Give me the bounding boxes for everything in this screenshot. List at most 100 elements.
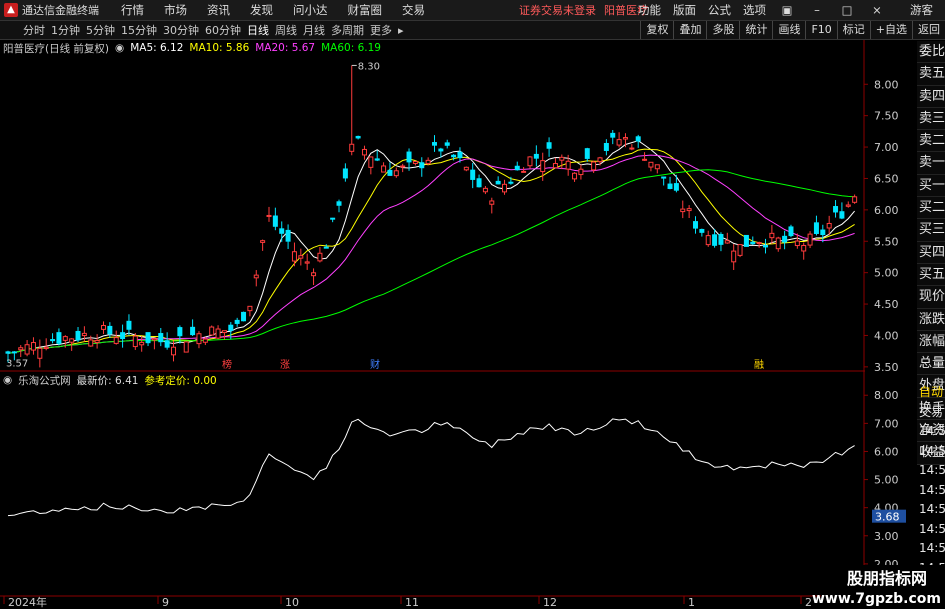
candle-body-5	[37, 347, 43, 359]
candle-body-75	[482, 187, 488, 193]
sidebar-10: 买五	[917, 263, 945, 287]
trade-row-6: 14:56	[919, 502, 945, 516]
candle-body-123	[788, 226, 794, 237]
candle-body-57	[368, 156, 374, 168]
candle-body-87	[559, 156, 565, 161]
main-legend: 阳普医疗(日线 前复权) ◉ MA5: 6.12 MA10: 5.86 MA20…	[3, 41, 381, 55]
candle-body-56	[361, 148, 367, 156]
candle-body-125	[801, 244, 807, 252]
candle-body-16	[107, 325, 113, 335]
ma20-line	[7, 154, 855, 354]
candle-body-86	[552, 163, 558, 169]
candle-body-104	[667, 183, 673, 189]
sidebar-14: 总量	[917, 353, 945, 376]
sidebar-13: 涨幅	[917, 330, 945, 354]
candle-body-118	[756, 242, 762, 245]
candle-body-113	[724, 240, 730, 244]
trade-row-0: 自动	[919, 385, 944, 399]
candle-body-63	[406, 151, 412, 163]
sidebar-2: 卖四	[917, 85, 945, 108]
candle-body-74	[476, 178, 482, 188]
candle-body-108	[692, 221, 698, 229]
candle-body-105	[673, 183, 679, 191]
trade-sidebar: 自动交易14:5614:5614:5614:5614:5614:5614:561…	[917, 383, 945, 578]
candle-body-73	[470, 169, 476, 180]
ylabel-main-6: 5.00	[874, 267, 899, 280]
sidebar-8: 买三	[917, 219, 945, 242]
candle-body-60	[387, 169, 393, 176]
candle-body-13	[88, 339, 94, 347]
candle-body-9	[62, 336, 68, 341]
candle-body-23	[151, 338, 157, 341]
candle-body-2	[18, 347, 24, 351]
candle-body-102	[654, 164, 660, 170]
sidebar-6: 买一	[917, 174, 945, 198]
candle-body-79	[508, 181, 514, 184]
candle-body-81	[521, 170, 527, 173]
candle-body-33	[215, 328, 221, 339]
candle-body-55	[355, 135, 361, 139]
candle-body-70	[451, 154, 457, 158]
candle-body-42	[272, 215, 278, 227]
candle-body-103	[661, 176, 667, 179]
candle-body-14	[94, 340, 100, 343]
sidebar-11: 现价	[917, 286, 945, 309]
candle-body-100	[642, 158, 648, 161]
sub-title: 乐淘公式网	[18, 374, 71, 387]
candle-body-45	[291, 251, 297, 262]
candle-body-37	[241, 311, 247, 322]
candle-body-107	[686, 208, 692, 212]
trade-row-4: 14:56	[919, 463, 945, 477]
sidebar-9: 买四	[917, 241, 945, 264]
candle-body-92	[591, 161, 597, 171]
sidebar-4: 卖二	[917, 130, 945, 153]
chart-title: 阳普医疗(日线 前复权)	[3, 42, 110, 55]
candle-body-68	[438, 148, 444, 152]
candle-body-119	[763, 245, 769, 248]
candle-body-20	[132, 335, 138, 348]
candle-body-80	[514, 165, 520, 171]
candle-body-65	[419, 162, 425, 169]
candle-body-50	[323, 246, 329, 249]
candle-body-116	[743, 234, 749, 247]
candle-body-12	[81, 332, 87, 337]
candle-body-15	[100, 325, 106, 330]
candle-body-40	[260, 240, 266, 243]
ylabel-main-8: 4.00	[874, 329, 899, 342]
candle-body-29	[190, 326, 196, 336]
xlabel-4: 12	[543, 596, 557, 609]
ylabel-sub-1: 7.00	[874, 417, 899, 430]
trade-row-3: 14:56	[919, 443, 945, 458]
candle-body-101	[648, 161, 654, 168]
kline-chart[interactable]: 8.00 7.50 7.00 6.50 6.00 5.50 5.00 4.50 4.00 3.50…	[0, 0, 945, 609]
xlabel-0: 2024年	[8, 595, 47, 609]
candle-body-54	[349, 143, 355, 152]
candle-body-130	[833, 206, 839, 213]
candle-body-30	[196, 333, 202, 345]
candle-body-112	[718, 233, 724, 245]
candle-body-47	[304, 261, 310, 264]
candle-body-95	[610, 132, 616, 138]
candle-body-76	[489, 200, 495, 205]
candle-body-0	[5, 351, 11, 354]
candle-body-44	[285, 229, 291, 242]
candle-body-110	[705, 235, 711, 246]
candle-body-84	[540, 160, 546, 173]
settings-icon[interactable]: ◉	[115, 42, 124, 54]
trade-row-7: 14:56	[919, 521, 945, 536]
candle-body-31	[202, 338, 208, 343]
candle-body-114	[731, 250, 737, 263]
candle-body-41	[266, 214, 272, 217]
candle-body-115	[737, 244, 743, 256]
ylabel-main-7: 4.50	[874, 298, 899, 311]
watermark-url: www.7gpzb.com	[811, 591, 941, 607]
candle-body-49	[317, 252, 323, 262]
candle-body-72	[463, 166, 469, 171]
candle-body-99	[635, 136, 641, 142]
candle-body-59	[381, 165, 387, 173]
sub-settings-icon[interactable]: ◉	[3, 374, 12, 386]
trade-row-8: 14:56	[919, 541, 945, 555]
event-marker-1: 涨	[280, 359, 290, 371]
candle-body-66	[425, 159, 431, 165]
candle-body-93	[597, 157, 603, 163]
